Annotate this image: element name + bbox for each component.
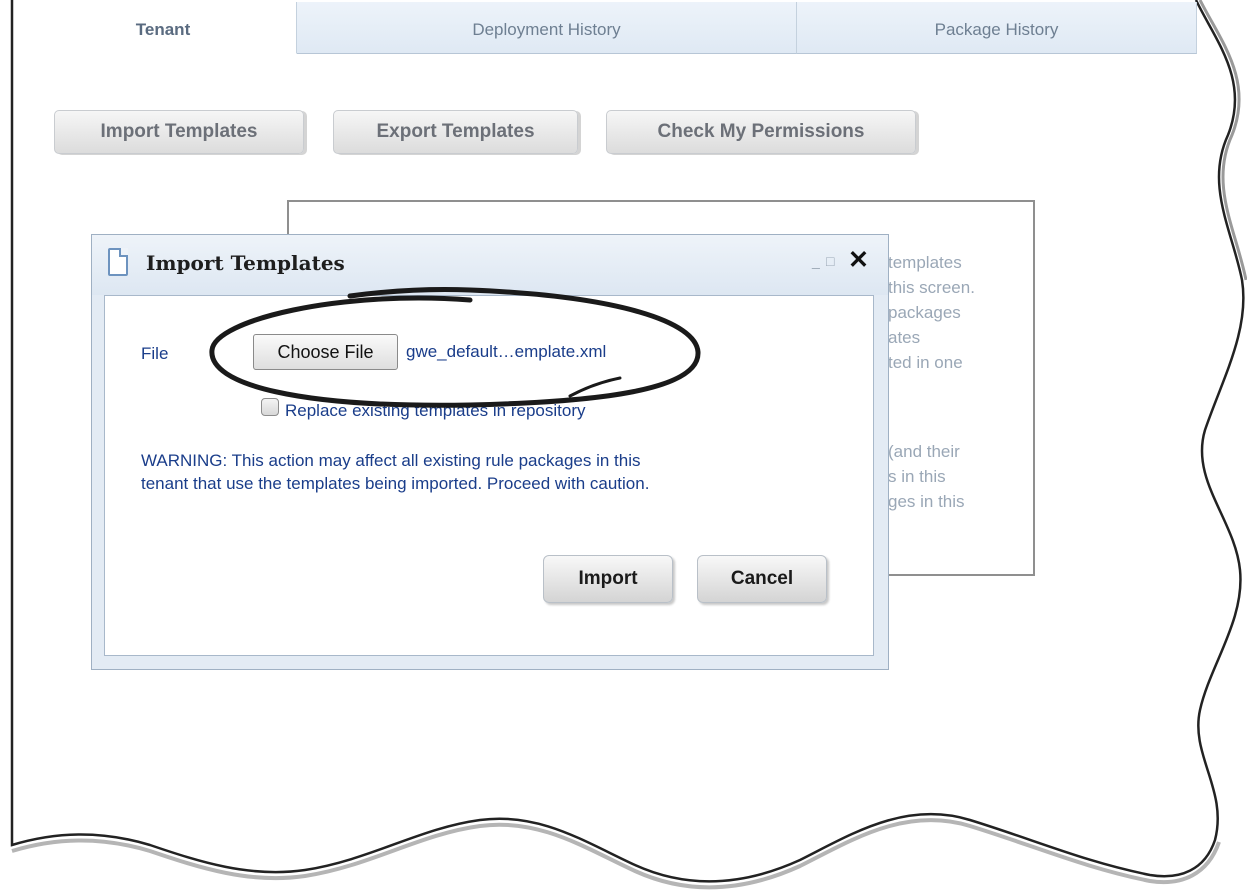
tab-label: Package History [934,20,1059,39]
info-line: this screen. [888,278,975,297]
import-button[interactable]: Import [543,555,673,603]
selected-file-name: gwe_default…emplate.xml [406,342,607,361]
close-icon[interactable]: ✕ [848,245,869,275]
file-label: File [141,344,169,363]
replace-existing-checkbox[interactable] [261,398,279,416]
import-templates-button[interactable]: Import Templates [54,110,304,154]
export-templates-button[interactable]: Export Templates [333,110,578,154]
warning-line: WARNING: This action may affect all exis… [141,451,641,470]
info-line: ges in this [888,492,965,511]
info-line: packages [888,303,961,322]
warning-line: tenant that use the templates being impo… [141,474,650,493]
check-permissions-button[interactable]: Check My Permissions [606,110,916,154]
info-line: templates [888,253,962,272]
info-line: ates [888,328,921,347]
minimize-icon[interactable]: _ [812,253,820,269]
warning-text: WARNING: This action may affect all exis… [141,449,649,495]
dialog-title-bar[interactable]: Import Templates _ □ ✕ [92,235,888,295]
tab-tenant[interactable]: Tenant [30,2,297,54]
tab-package-history[interactable]: Package History [797,2,1197,54]
info-line: ted in one [888,353,963,372]
choose-file-button[interactable]: Choose File [253,334,398,370]
tab-bar: Tenant Deployment History Package Histor… [30,2,1200,54]
tab-label: Tenant [135,20,191,39]
info-line: (and their [888,442,960,461]
info-line: s in this [888,467,946,486]
tab-label: Deployment History [472,20,621,39]
replace-existing-label: Replace existing templates in repository [285,401,586,420]
tab-deployment-history[interactable]: Deployment History [297,2,797,54]
maximize-icon[interactable]: □ [826,253,834,269]
dialog-title: Import Templates [146,251,345,275]
cancel-button[interactable]: Cancel [697,555,827,603]
info-panel-text: templates this screen. packages ates ted… [888,230,1028,570]
document-icon [108,248,128,276]
